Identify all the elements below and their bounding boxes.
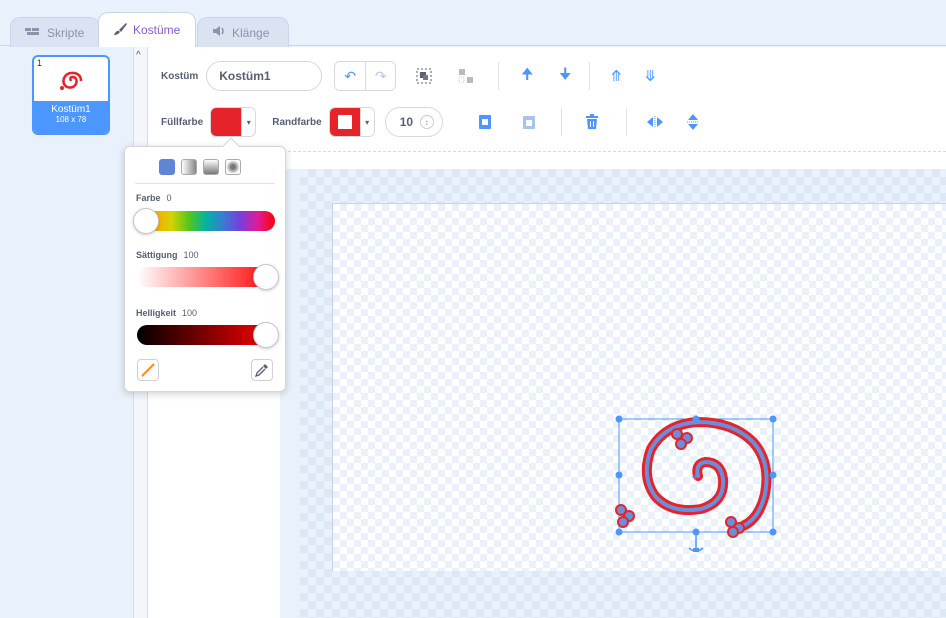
no-color-button[interactable] bbox=[137, 359, 159, 381]
paintbrush-icon bbox=[113, 22, 127, 39]
eyedropper-icon bbox=[255, 364, 268, 377]
spiral-drawing[interactable]: + bbox=[333, 204, 946, 572]
fill-mode-selector bbox=[159, 159, 241, 175]
radial-gradient-button[interactable] bbox=[225, 159, 241, 175]
backward-button[interactable]: 🠋 bbox=[551, 62, 579, 90]
arrow-up-icon: 🠉 bbox=[521, 65, 534, 83]
toolbar-separator bbox=[625, 108, 627, 136]
code-icon bbox=[25, 26, 41, 40]
fill-color-picker[interactable]: ▾ bbox=[210, 107, 257, 137]
forward-button[interactable]: 🠉 bbox=[513, 62, 541, 90]
outline-width-input[interactable]: 10 ↕ bbox=[384, 107, 443, 137]
costume-tile-footer: Kostüm1 108 x 78 bbox=[34, 101, 108, 133]
paste-icon bbox=[522, 116, 535, 129]
center-crosshair-icon: + bbox=[691, 472, 699, 483]
front-button[interactable]: ⤊ bbox=[602, 62, 630, 90]
editor-tab-bar: Skripte Kostüme Klänge bbox=[0, 0, 946, 47]
outline-color-picker[interactable]: ▾ bbox=[328, 107, 375, 137]
undo-redo-group: ↶ ↷ bbox=[334, 61, 397, 91]
tab-klaenge-label: Klänge bbox=[232, 25, 270, 40]
send-to-back-icon: ⤋ bbox=[643, 68, 657, 85]
toolbar-separator bbox=[589, 62, 591, 90]
paste-button[interactable] bbox=[515, 108, 543, 136]
brightness-value: 100 bbox=[182, 308, 198, 318]
copy-button[interactable] bbox=[471, 108, 499, 136]
ungroup-icon bbox=[458, 69, 474, 83]
group-button[interactable] bbox=[410, 62, 438, 90]
flip-horizontal-button[interactable] bbox=[641, 108, 669, 136]
brightness-label: Helligkeit bbox=[136, 308, 177, 318]
hue-label: Farbe bbox=[136, 193, 161, 203]
group-icon bbox=[416, 68, 432, 84]
hue-slider-knob[interactable] bbox=[133, 208, 159, 234]
saturation-label: Sättigung bbox=[136, 250, 178, 260]
popover-divider bbox=[135, 183, 275, 184]
undo-icon: ↶ bbox=[344, 67, 357, 84]
solid-fill-button[interactable] bbox=[159, 159, 175, 175]
fill-color-label: Füllfarbe bbox=[161, 116, 204, 128]
hue-label-row: Farbe 0 bbox=[136, 193, 172, 203]
costume-name-input[interactable] bbox=[206, 61, 323, 91]
costume-thumbnail bbox=[34, 63, 108, 99]
tab-klaenge[interactable]: Klänge bbox=[197, 17, 289, 47]
costume-name: Kostüm1 bbox=[51, 104, 91, 115]
trash-icon bbox=[585, 114, 598, 129]
flip-vertical-icon bbox=[686, 114, 699, 130]
costume-name-label: Kostüm bbox=[161, 70, 199, 82]
flip-vertical-button[interactable] bbox=[679, 108, 707, 136]
costume-tile[interactable]: 1 Kostüm1 108 x 78 bbox=[32, 55, 110, 135]
color-picker-popover: Farbe 0 Sättigung 100 Helligkeit 100 bbox=[124, 137, 286, 392]
copy-icon bbox=[478, 115, 491, 129]
no-color-icon bbox=[141, 363, 155, 377]
scroll-up-icon[interactable]: ^ bbox=[136, 50, 141, 61]
saturation-slider-knob[interactable] bbox=[253, 264, 279, 290]
brightness-slider-knob[interactable] bbox=[253, 322, 279, 348]
ungroup-button[interactable] bbox=[452, 62, 480, 90]
fill-color-swatch[interactable] bbox=[211, 108, 242, 136]
toolbar-top-row: Kostüm ↶ ↷ 🠉 🠋 ⤊ ⤋ bbox=[148, 61, 946, 91]
chevron-down-icon[interactable]: ▾ bbox=[241, 108, 256, 136]
saturation-value: 100 bbox=[183, 250, 199, 260]
tab-kostueme-label: Kostüme bbox=[133, 23, 181, 37]
rotation-handle-icon[interactable] bbox=[688, 532, 704, 552]
stepper-icon[interactable]: ↕ bbox=[419, 115, 434, 129]
chevron-down-icon[interactable]: ▾ bbox=[359, 108, 374, 136]
back-button[interactable]: ⤋ bbox=[636, 62, 664, 90]
bring-to-front-icon: ⤊ bbox=[609, 68, 623, 85]
outline-color-swatch[interactable] bbox=[329, 108, 360, 136]
outline-width-value: 10 bbox=[399, 115, 414, 129]
outline-swatch-inner bbox=[337, 115, 352, 129]
undo-button[interactable]: ↶ bbox=[335, 62, 366, 90]
outline-color-label: Randfarbe bbox=[272, 116, 322, 128]
clover-shape bbox=[725, 516, 745, 538]
clover-shape bbox=[671, 428, 693, 450]
saturation-label-row: Sättigung 100 bbox=[136, 250, 199, 260]
eyedropper-button[interactable] bbox=[251, 359, 273, 381]
tab-skripte-label: Skripte bbox=[47, 25, 85, 40]
costume-canvas[interactable]: + bbox=[332, 203, 946, 571]
vertical-gradient-button[interactable] bbox=[203, 159, 219, 175]
toolbar-separator bbox=[560, 108, 562, 136]
horizontal-gradient-button[interactable] bbox=[181, 159, 197, 175]
costume-size: 108 x 78 bbox=[55, 115, 87, 124]
flip-horizontal-icon bbox=[646, 116, 663, 128]
redo-icon: ↷ bbox=[374, 67, 387, 84]
delete-button[interactable] bbox=[578, 108, 606, 136]
speaker-icon bbox=[212, 25, 226, 40]
hue-value: 0 bbox=[166, 193, 172, 203]
tab-kostueme[interactable]: Kostüme bbox=[98, 12, 196, 47]
tab-skripte[interactable]: Skripte bbox=[10, 17, 100, 47]
toolbar-bottom-row: Füllfarbe ▾ Randfarbe ▾ 10 ↕ bbox=[148, 107, 946, 137]
brightness-label-row: Helligkeit 100 bbox=[136, 308, 197, 318]
redo-button[interactable]: ↷ bbox=[365, 62, 396, 90]
arrow-down-icon: 🠋 bbox=[559, 65, 572, 83]
toolbar-separator bbox=[498, 62, 500, 90]
